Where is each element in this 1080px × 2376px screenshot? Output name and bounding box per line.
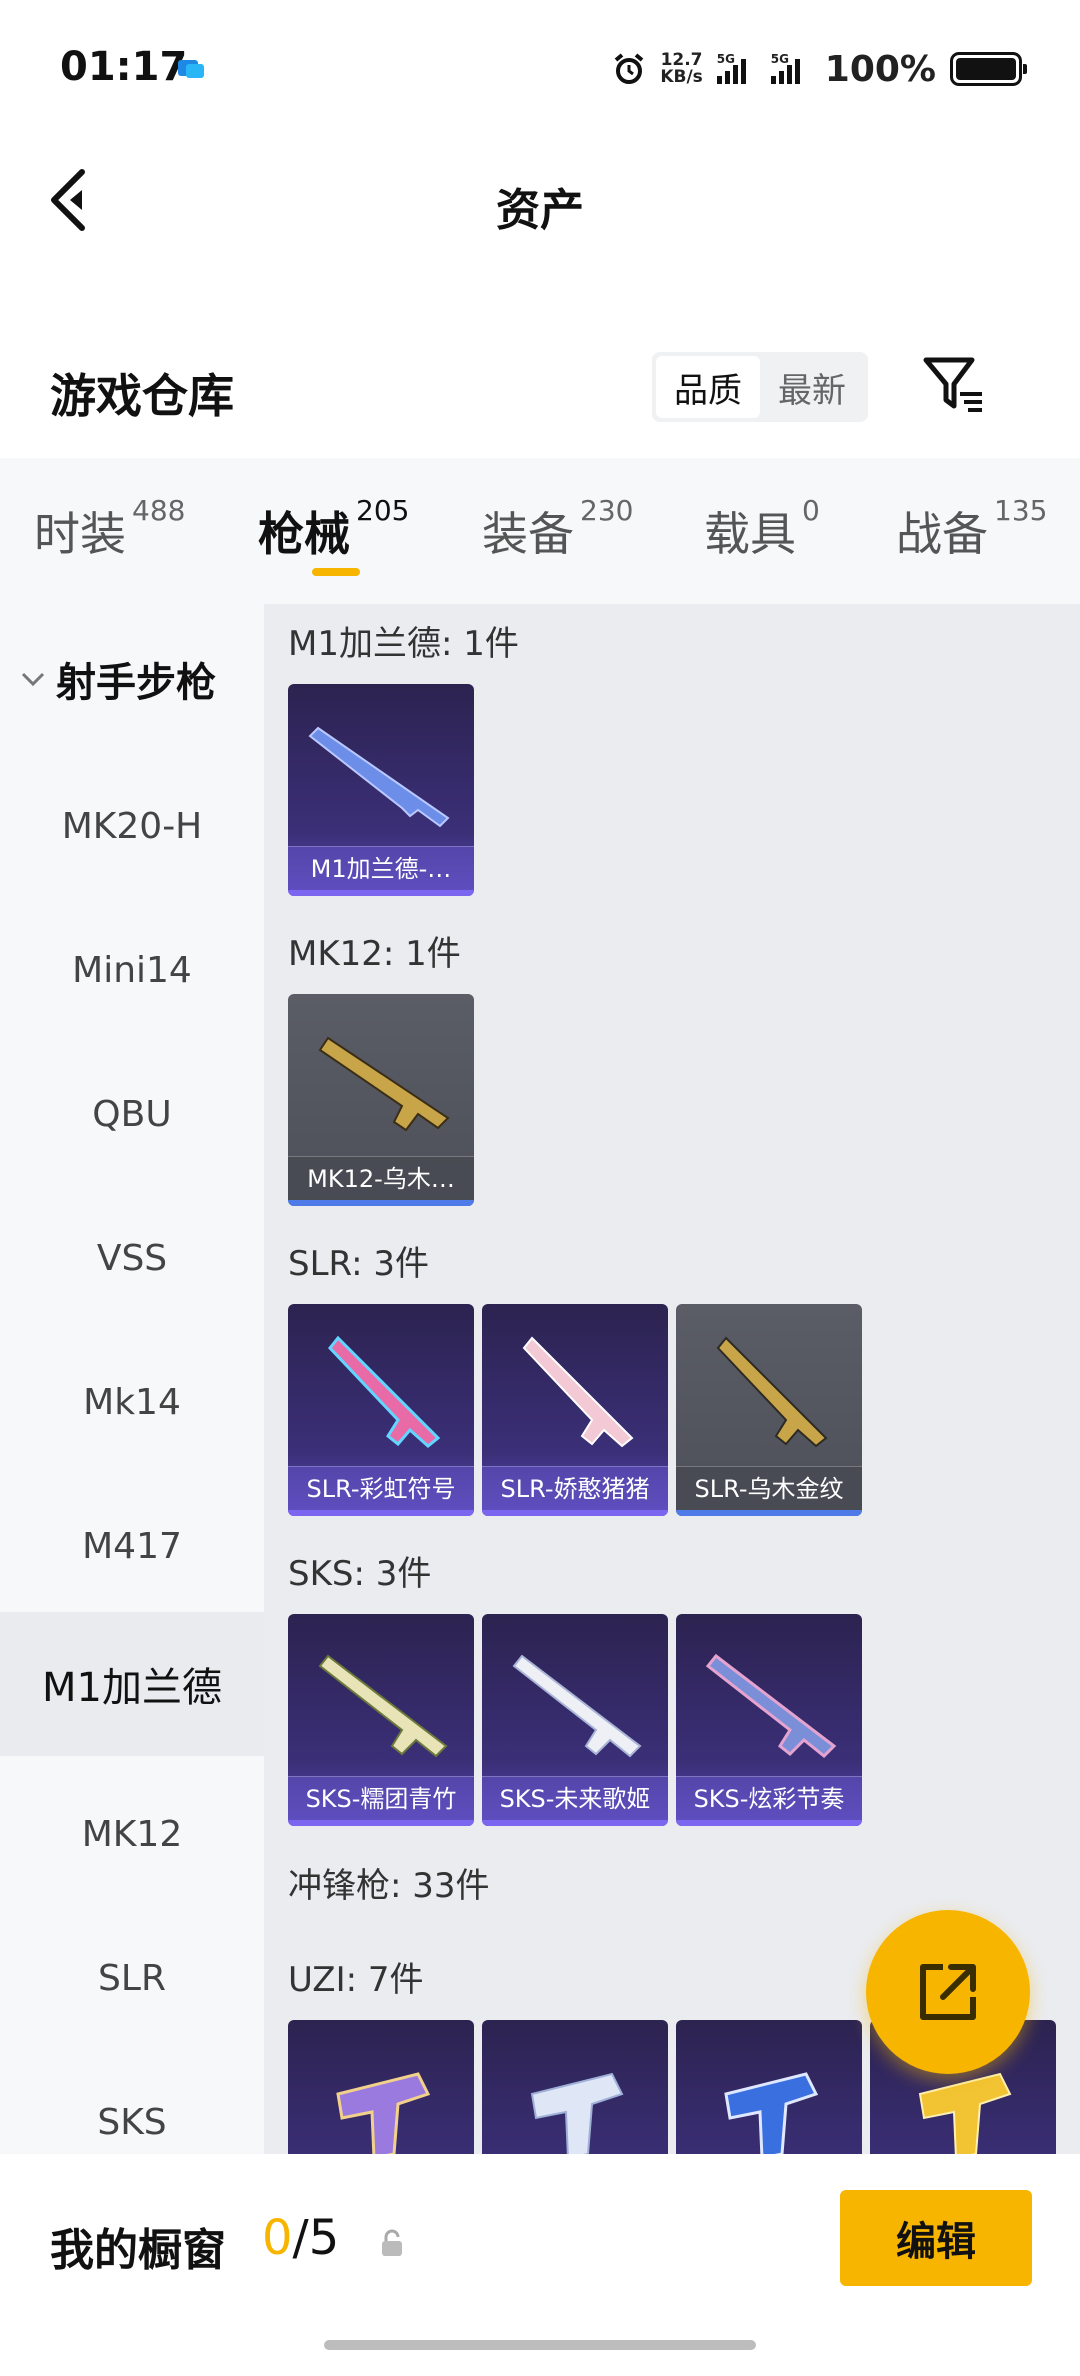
tab-label: 装备: [482, 507, 574, 561]
skin-card[interactable]: M1加兰德-…: [288, 684, 474, 896]
skin-name: MK12-乌木…: [288, 1156, 474, 1200]
sidebar-group-label: 射手步枪: [56, 660, 216, 706]
tab-equipment[interactable]: 装备 230: [482, 494, 633, 564]
section-label: UZI: 7件: [288, 1960, 424, 2000]
sidebar-item[interactable]: MK20-H: [0, 754, 264, 898]
battery-icon: [950, 52, 1027, 86]
sidebar-item[interactable]: SLR: [0, 1906, 264, 2050]
sidebar-item[interactable]: Mk14: [0, 1330, 264, 1474]
sidebar-item[interactable]: VSS: [0, 1186, 264, 1330]
sidebar-item[interactable]: SKS: [0, 2050, 264, 2154]
section-label: SKS: 3件: [288, 1554, 432, 1594]
status-time: 01:17: [60, 44, 188, 90]
rifle-skin-image: [328, 1335, 441, 1448]
section-label: 冲锋枪: 33件: [288, 1866, 490, 1906]
skin-card[interactable]: SKS-未来歌姬: [482, 1614, 668, 1826]
skin-card[interactable]: SKS-糯团青竹: [288, 1614, 474, 1826]
tab-vehicles[interactable]: 载具 0: [704, 494, 820, 564]
section-label: M1加兰德: 1件: [288, 624, 519, 664]
tab-label: 载具: [704, 507, 796, 561]
sidebar-item[interactable]: M417: [0, 1474, 264, 1618]
status-indicators: 12.7 KB/s 5G 5G 100%: [612, 44, 1027, 94]
sidebar-item[interactable]: QBU: [0, 1042, 264, 1186]
filter-icon: [923, 357, 982, 412]
smg-skin-image: [336, 2072, 431, 2154]
tab-fashion[interactable]: 时装 488: [34, 494, 185, 564]
sort-toggle: 品质 最新: [652, 352, 868, 422]
sort-by-newest[interactable]: 最新: [760, 356, 864, 418]
tab-battle-supplies[interactable]: 战备 135: [896, 494, 1047, 564]
skin-name: SKS-糯团青竹: [288, 1776, 474, 1820]
edit-button[interactable]: 编辑: [840, 2190, 1032, 2286]
showcase-count-current: 0: [262, 2210, 293, 2266]
sidebar-item-active[interactable]: M1加兰德: [0, 1612, 264, 1756]
filter-button[interactable]: [920, 352, 988, 420]
tab-count: 135: [994, 494, 1048, 527]
rifle-skin-image: [716, 1336, 828, 1448]
lock-icon: [382, 2229, 402, 2256]
tab-count: 0: [802, 494, 820, 527]
smg-skin-image: [724, 2072, 819, 2154]
share-button[interactable]: [866, 1910, 1030, 2074]
chevron-down-icon: [21, 672, 45, 687]
rifle-skin-image: [705, 1653, 837, 1759]
weapon-sidebar: 射手步枪 MK20-H Mini14 QBU VSS Mk14 M417 M1加…: [0, 604, 264, 2154]
tab-label: 时装: [34, 507, 126, 561]
category-tabs: 时装 488 枪械 205 装备 230 载具 0 战备 135: [0, 458, 1080, 604]
sidebar-item[interactable]: Mini14: [0, 898, 264, 1042]
sidebar-item[interactable]: MK12: [0, 1762, 264, 1906]
share-icon: [920, 1964, 976, 2020]
rifle-skin-image: [512, 1654, 642, 1758]
network-speed: 12.7 KB/s: [660, 52, 702, 86]
skin-name: SKS-炫彩节奏: [676, 1776, 862, 1820]
rifle-skin-image: [522, 1336, 634, 1448]
skin-card[interactable]: [288, 2020, 474, 2154]
tab-firearms[interactable]: 枪械 205: [258, 494, 409, 564]
skin-name: SKS-未来歌姬: [482, 1776, 668, 1820]
signal-type-label: 5G: [716, 52, 735, 66]
home-indicator[interactable]: [324, 2340, 756, 2350]
rifle-skin-image: [318, 1654, 448, 1758]
showcase-count: 0/5: [262, 2210, 339, 2266]
signal-icon: 5G: [716, 52, 757, 84]
tab-count: 488: [132, 494, 186, 527]
skin-card[interactable]: [482, 2020, 668, 2154]
signal-icon: 5G: [770, 52, 811, 84]
tab-label: 枪械: [258, 507, 350, 561]
skin-card[interactable]: SLR-乌木金纹: [676, 1304, 862, 1516]
sidebar-group-marksman-rifles[interactable]: 射手步枪: [20, 650, 216, 708]
tab-count: 205: [356, 494, 410, 527]
skin-card[interactable]: [676, 2020, 862, 2154]
network-speed-unit: KB/s: [660, 67, 703, 87]
rifle-skin-image: [318, 1036, 450, 1132]
skin-name: M1加兰德-…: [288, 846, 474, 890]
skin-name: SLR-彩虹符号: [288, 1466, 474, 1510]
skin-card[interactable]: SLR-娇憨猪猪: [482, 1304, 668, 1516]
skin-card[interactable]: SLR-彩虹符号: [288, 1304, 474, 1516]
tab-label: 战备: [896, 507, 988, 561]
status-bar: 01:17 12.7 KB/s 5G 5G 100%: [0, 0, 1080, 140]
rifle-skin-image: [308, 726, 450, 828]
battery-percent: 100%: [824, 48, 936, 90]
skin-card[interactable]: SKS-炫彩节奏: [676, 1614, 862, 1826]
skin-name: SLR-乌木金纹: [676, 1466, 862, 1510]
signal-type-label: 5G: [770, 52, 789, 66]
showcase-label: 我的橱窗: [50, 2225, 226, 2276]
section-label: MK12: 1件: [288, 934, 461, 974]
alarm-icon: [615, 53, 644, 84]
smg-skin-image: [530, 2072, 624, 2154]
page-title: 资产: [496, 185, 584, 236]
warehouse-title: 游戏仓库: [50, 369, 234, 423]
skin-card[interactable]: MK12-乌木…: [288, 994, 474, 1206]
tab-count: 230: [580, 494, 634, 527]
sort-by-quality[interactable]: 品质: [656, 356, 760, 418]
section-label: SLR: 3件: [288, 1244, 429, 1284]
app-notification-icon: [178, 60, 204, 78]
showcase-count-total: /5: [292, 2210, 340, 2266]
active-tab-indicator: [312, 568, 360, 576]
skin-name: SLR-娇憨猪猪: [482, 1466, 668, 1510]
